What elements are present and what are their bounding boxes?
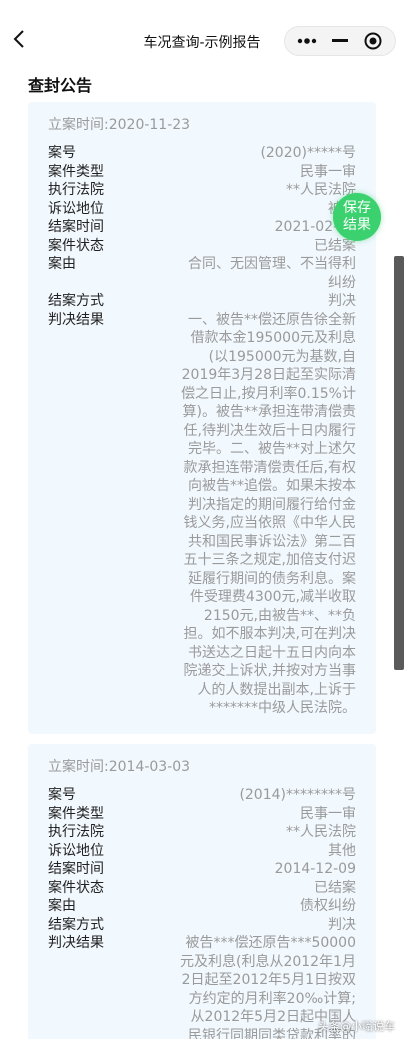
- row-label: 案件状态: [48, 879, 104, 896]
- row-court: 执行法院 **人民法院: [48, 823, 356, 842]
- row-litigation-status: 诉讼地位 被告: [48, 200, 356, 219]
- row-label: 案件状态: [48, 237, 104, 254]
- row-label: 案号: [48, 787, 76, 803]
- row-value: 债权纠纷: [300, 898, 356, 914]
- row-value: (2014)********号: [239, 787, 356, 803]
- row-cause: 案由 合同、无因管理、不当得利纠纷: [48, 255, 356, 292]
- row-close-method: 结案方式 判决: [48, 916, 356, 935]
- section-title: 查封公告: [28, 76, 93, 95]
- row-label: 执行法院: [48, 182, 104, 198]
- row-label: 诉讼地位: [48, 200, 104, 217]
- save-result-label: 保存结果: [343, 200, 371, 233]
- more-button[interactable]: [292, 29, 322, 53]
- row-value: **人民法院: [286, 824, 356, 840]
- row-close-date: 结案时间 2014-12-09: [48, 860, 356, 879]
- row-judgment: 判决结果 一、被告**偿还原告徐全新借款本金195000元及利息(以195000…: [48, 311, 356, 718]
- row-value: (2020)*****号: [260, 145, 356, 161]
- row-label: 案件类型: [48, 163, 104, 180]
- mini-program-capsule: [284, 26, 396, 56]
- row-litigation-status: 诉讼地位 其他: [48, 842, 356, 861]
- more-dots-icon: [298, 38, 317, 44]
- row-judgment: 判决结果 被告***偿还原告***50000元及利息(利息从2012年1月2日起…: [48, 934, 356, 1039]
- row-label: 诉讼地位: [48, 842, 104, 859]
- close-button[interactable]: [358, 29, 388, 53]
- row-value: 判决: [328, 916, 356, 933]
- row-case-type: 案件类型 民事一审: [48, 163, 356, 182]
- row-value: 民事一审: [300, 163, 356, 180]
- row-value: 合同、无因管理、不当得利纠纷: [188, 256, 356, 291]
- row-case-status: 案件状态 已结案: [48, 879, 356, 898]
- row-value: 已结案: [314, 879, 356, 896]
- row-case-number: 案号 (2020)*****号: [48, 144, 356, 163]
- row-case-type: 案件类型 民事一审: [48, 805, 356, 824]
- save-result-button[interactable]: 保存结果: [333, 193, 381, 241]
- row-label: 结案时间: [48, 861, 104, 877]
- row-value: 民事一审: [300, 805, 356, 822]
- nav-bar: 车况查询-示例报告: [0, 0, 404, 64]
- row-label: 执行法院: [48, 824, 104, 840]
- row-label: 结案方式: [48, 293, 104, 309]
- row-label: 结案方式: [48, 916, 104, 933]
- row-value: 2014-12-09: [274, 861, 356, 877]
- row-value: 判决: [328, 293, 356, 309]
- row-label: 判决结果: [48, 935, 104, 951]
- watermark: 头条@小嗡说车: [318, 1020, 395, 1033]
- row-value: 一、被告**偿还原告徐全新借款本金195000元及利息(以195000元为基数,…: [181, 311, 356, 717]
- filing-date: 立案时间:2014-03-03: [48, 759, 191, 775]
- row-label: 案号: [48, 145, 76, 161]
- row-label: 案由: [48, 898, 76, 914]
- row-label: 结案时间: [48, 219, 104, 235]
- minimize-button[interactable]: [325, 29, 355, 53]
- row-close-method: 结案方式 判决: [48, 292, 356, 311]
- row-label: 判决结果: [48, 311, 104, 328]
- row-case-number: 案号 (2014)********号: [48, 786, 356, 805]
- scrollbar[interactable]: [394, 256, 404, 670]
- case-card: 立案时间:2014-03-03 案号 (2014)********号 案件类型 …: [28, 744, 376, 1039]
- row-value: 其他: [328, 842, 356, 859]
- row-label: 案由: [48, 256, 76, 272]
- row-cause: 案由 债权纠纷: [48, 897, 356, 916]
- close-circle-icon: [364, 32, 382, 50]
- row-close-date: 结案时间 2021-02-01: [48, 218, 356, 237]
- row-label: 案件类型: [48, 805, 104, 822]
- row-case-status: 案件状态 已结案: [48, 237, 356, 256]
- row-court: 执行法院 **人民法院: [48, 181, 356, 200]
- minus-icon: [331, 39, 348, 42]
- filing-date: 立案时间:2020-11-23: [48, 117, 191, 133]
- case-card: 立案时间:2020-11-23 案号 (2020)*****号 案件类型 民事一…: [28, 102, 376, 734]
